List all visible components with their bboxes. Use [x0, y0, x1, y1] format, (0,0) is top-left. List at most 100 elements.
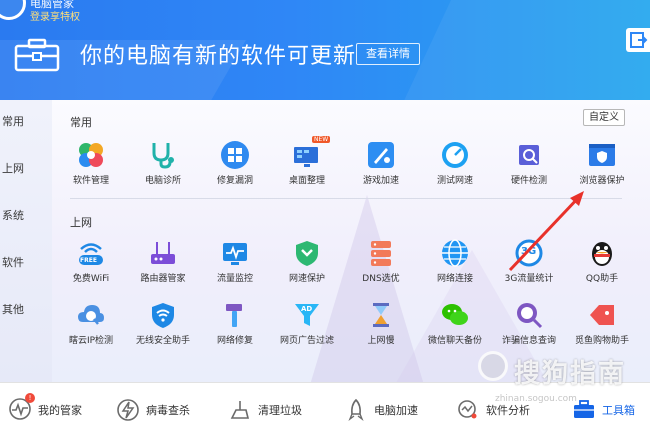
- nav-label: 电脑加速: [374, 404, 418, 417]
- watermark-logo: [478, 351, 508, 381]
- fish-tag-icon: [590, 305, 614, 325]
- nav-label: 清理垃圾: [258, 404, 302, 417]
- avatar[interactable]: [0, 0, 26, 20]
- nav-pc-accelerate[interactable]: 电脑加速: [344, 397, 418, 423]
- tool-speed-test[interactable]: 测试网速: [418, 140, 492, 196]
- nav-label: 病毒查杀: [146, 404, 190, 417]
- traffic-monitor-icon: [223, 243, 247, 265]
- banner-decoration: [399, 0, 650, 100]
- section-title-internet: 上网: [70, 216, 92, 229]
- tool-label: 微信聊天备份: [427, 336, 482, 346]
- nav-virus-scan[interactable]: 病毒查杀: [116, 397, 190, 423]
- tool-software-manager[interactable]: 软件管理: [54, 140, 128, 196]
- tool-router-manager[interactable]: 路由器管家: [126, 238, 200, 294]
- free-badge: FREE: [80, 257, 97, 264]
- tool-slow-internet[interactable]: 上网慢: [344, 300, 418, 356]
- ad-badge: AD: [301, 305, 313, 313]
- tool-label: 软件管理: [72, 176, 109, 186]
- nav-my-manager[interactable]: ! 我的管家: [8, 392, 82, 423]
- repair-hammer-icon: [226, 304, 242, 327]
- tool-fraud-check[interactable]: 诈骗信息查询: [492, 300, 566, 356]
- hourglass-icon: [373, 303, 389, 327]
- tool-label: 觅鱼购物助手: [574, 336, 629, 346]
- tool-label: 游戏加速: [362, 176, 399, 186]
- wireless-shield-icon: [152, 303, 174, 328]
- update-message: 你的电脑有新的软件可更新: [80, 44, 357, 69]
- sidebar-item-internet[interactable]: 上网: [0, 149, 52, 189]
- tools-content: 常用 自定义 软件管理 电脑诊所 修复漏洞 NEW 桌面整理 游戏加速 测试网速…: [52, 100, 650, 382]
- tool-wechat-backup[interactable]: 微信聊天备份: [418, 300, 492, 356]
- cloud-search-icon: [78, 305, 104, 325]
- category-sidebar: 常用 上网 系统 软件 其他: [0, 100, 52, 382]
- windows-icon: [221, 141, 249, 169]
- sidebar-item-software[interactable]: 软件: [0, 243, 52, 283]
- watermark-url: zhinan.sogou.com: [495, 394, 577, 404]
- annotation-arrow: [508, 191, 584, 272]
- tool-game-accelerate[interactable]: 游戏加速: [344, 140, 418, 196]
- main-panel: 常用 上网 系统 软件 其他 常用 自定义 软件管理 电脑诊所 修复漏洞 NEW…: [0, 100, 650, 382]
- tool-label: 网页广告过滤: [279, 336, 334, 346]
- watermark-text: 搜狗指南: [514, 359, 627, 389]
- router-icon: [151, 242, 175, 264]
- software-manager-icon: [79, 143, 103, 167]
- wechat-icon: [442, 304, 468, 325]
- tool-label: 电脑诊所: [144, 176, 181, 186]
- tool-desktop-organize[interactable]: NEW 桌面整理: [270, 136, 344, 196]
- bottom-nav: ! 我的管家 病毒查杀 清理垃圾 电脑加速 软件分析 工具箱: [0, 382, 650, 437]
- nav-label: 软件分析: [486, 404, 530, 417]
- tool-label: 诈骗信息查询: [501, 336, 556, 346]
- server-icon: [371, 241, 391, 266]
- tool-label: 网络连接: [436, 274, 473, 284]
- sidebar-item-common[interactable]: 常用: [0, 102, 52, 142]
- tool-label: 路由器管家: [140, 274, 186, 284]
- tool-wireless-security[interactable]: 无线安全助手: [126, 300, 200, 356]
- tool-label: 测试网速: [436, 176, 473, 186]
- tool-ad-filter[interactable]: AD 网页广告过滤: [270, 300, 344, 356]
- tool-label: 流量监控: [216, 274, 253, 284]
- tool-label: 网速保护: [288, 274, 325, 284]
- globe-icon: [442, 239, 468, 267]
- login-link[interactable]: 登录享特权: [30, 8, 80, 23]
- tool-shopping-assistant[interactable]: 觅鱼购物助手: [565, 300, 639, 356]
- tool-dns-optimize[interactable]: DNS选优: [344, 238, 418, 294]
- shield-check-icon: [296, 241, 318, 266]
- hardware-chip-icon: [519, 145, 539, 165]
- tool-traffic-monitor[interactable]: 流量监控: [198, 238, 272, 294]
- rocket-icon: [348, 398, 364, 422]
- exit-panel-icon: [630, 32, 648, 48]
- desktop-icon: [294, 147, 318, 167]
- tool-label: 免费WiFi: [72, 274, 110, 284]
- lightning-shield-icon: [117, 399, 139, 421]
- tool-network-connect[interactable]: 网络连接: [418, 238, 492, 294]
- nav-label: 我的管家: [38, 404, 82, 417]
- tool-free-wifi[interactable]: FREE 免费WiFi: [54, 238, 128, 294]
- tool-label: 网络修复: [216, 336, 253, 346]
- section-title-common: 常用: [70, 116, 92, 129]
- speedometer-icon: [442, 142, 468, 168]
- customize-button[interactable]: 自定义: [583, 109, 625, 126]
- tool-label: 修复漏洞: [216, 176, 253, 186]
- tool-pc-clinic[interactable]: 电脑诊所: [126, 140, 200, 196]
- sidebar-item-other[interactable]: 其他: [0, 290, 52, 330]
- tool-cloud-ip-check[interactable]: 瞎云IP检测: [54, 300, 128, 356]
- tool-label: 上网慢: [367, 336, 395, 346]
- tool-fix-vulnerability[interactable]: 修复漏洞: [198, 140, 272, 196]
- browser-shield-icon: [589, 144, 615, 166]
- nav-clean-junk[interactable]: 清理垃圾: [228, 397, 302, 423]
- qq-penguin-icon: [592, 242, 612, 266]
- stethoscope-icon: [152, 143, 174, 169]
- tool-label: DNS选优: [362, 274, 400, 284]
- new-badge: NEW: [312, 136, 331, 143]
- broom-icon: [230, 401, 250, 419]
- nav-toolbox[interactable]: 工具箱: [572, 397, 635, 423]
- view-details-button[interactable]: 查看详情: [356, 43, 420, 65]
- tool-network-repair[interactable]: 网络修复: [198, 300, 272, 356]
- side-panel-button[interactable]: [626, 28, 650, 52]
- sidebar-item-system[interactable]: 系统: [0, 196, 52, 236]
- tool-label: 瞎云IP检测: [68, 336, 114, 346]
- fraud-search-icon: [517, 303, 543, 329]
- tool-label: 桌面整理: [288, 176, 325, 186]
- notification-badge: !: [25, 392, 35, 403]
- tool-speed-protect[interactable]: 网速保护: [270, 238, 344, 294]
- game-accelerate-icon: [368, 142, 394, 168]
